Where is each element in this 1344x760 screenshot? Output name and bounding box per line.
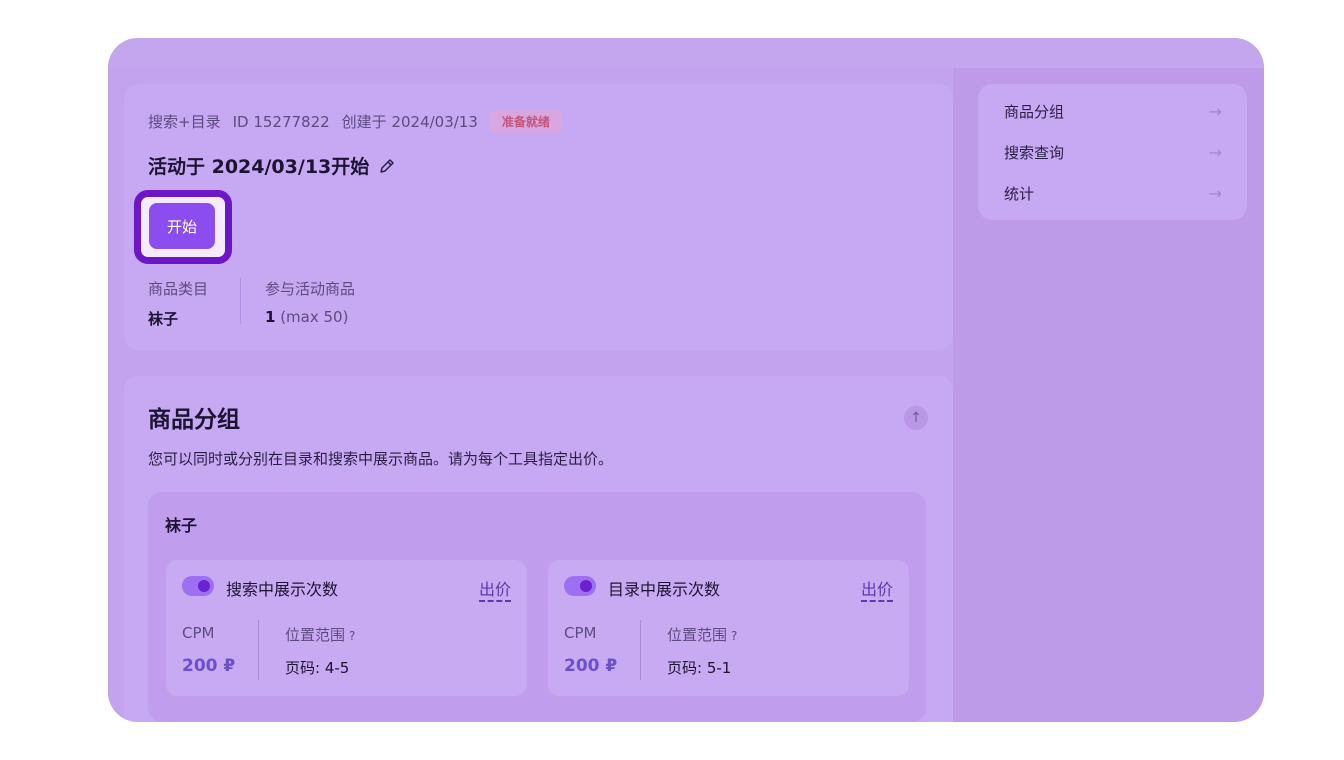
start-button[interactable]: 开始: [149, 203, 215, 249]
tool-title: 目录中展示次数: [608, 580, 721, 599]
status-badge: 准备就绪: [489, 110, 562, 133]
section-description: 您可以同时或分别在目录和搜索中展示商品。请为每个工具指定出价。: [148, 450, 614, 468]
cpm-value: 200 ₽: [564, 656, 618, 676]
catalog-impressions-toggle[interactable]: [564, 576, 596, 596]
app-frame: 搜索+目录 ID 15277822 创建于 2024/03/13 准备就绪 活动…: [108, 38, 1264, 722]
campaign-created: 创建于 2024/03/13: [341, 113, 478, 131]
section-title: 商品分组: [148, 407, 240, 433]
stat-value: 1 (max 50): [265, 308, 349, 326]
nav-item-product-groups[interactable]: 商品分组 →: [1004, 96, 1222, 126]
stat-value: 袜子: [148, 310, 179, 328]
tool-search-impressions: 搜索中展示次数 出价 CPM 200 ₽ 位置范围? 页码: 4-5: [166, 560, 527, 696]
help-icon[interactable]: ?: [349, 629, 355, 643]
position-value: 页码: 5-1: [667, 659, 732, 677]
nav-item-label: 商品分组: [1004, 102, 1065, 121]
top-band: [108, 38, 1264, 68]
campaign-id: ID 15277822: [232, 112, 330, 131]
arrow-right-icon: →: [1208, 183, 1222, 203]
stat-divider: [240, 278, 241, 324]
tool-divider: [258, 620, 259, 680]
position-value: 页码: 4-5: [285, 659, 350, 677]
arrow-right-icon: →: [1208, 101, 1222, 121]
help-icon[interactable]: ?: [731, 629, 737, 643]
tool-divider: [640, 620, 641, 680]
campaign-type: 搜索+目录: [148, 113, 221, 131]
product-group: 袜子 搜索中展示次数 出价 CPM 200 ₽ 位置范围? 页码: 4-5 目录…: [148, 492, 926, 722]
product-groups-card: 商品分组 ↑ 您可以同时或分别在目录和搜索中展示商品。请为每个工具指定出价。 袜…: [124, 376, 953, 722]
position-label: 位置范围?: [667, 626, 738, 644]
nav-item-statistics[interactable]: 统计 →: [1004, 178, 1222, 208]
campaign-title: 活动于 2024/03/13开始: [148, 156, 370, 178]
nav-item-label: 统计: [1004, 184, 1035, 203]
bid-link[interactable]: 出价: [478, 576, 511, 602]
group-title: 袜子: [165, 516, 198, 535]
campaign-meta: 搜索+目录 ID 15277822 创建于 2024/03/13 准备就绪: [148, 110, 574, 133]
page-title: 活动于 2024/03/13开始: [148, 152, 397, 179]
cpm-value: 200 ₽: [182, 656, 236, 676]
stat-category: 商品类目 袜子: [148, 278, 208, 329]
collapse-button[interactable]: ↑: [904, 406, 928, 430]
side-nav: 商品分组 → 搜索查询 → 统计 →: [978, 84, 1247, 220]
tool-title: 搜索中展示次数: [226, 580, 339, 599]
nav-item-search-queries[interactable]: 搜索查询 →: [1004, 137, 1222, 167]
stat-products: 参与活动商品 1 (max 50): [265, 278, 355, 326]
position-label: 位置范围?: [285, 626, 356, 644]
tool-catalog-impressions: 目录中展示次数 出价 CPM 200 ₽ 位置范围? 页码: 5-1: [548, 560, 909, 696]
arrow-up-icon: ↑: [910, 410, 922, 426]
search-impressions-toggle[interactable]: [182, 576, 214, 596]
stat-label: 参与活动商品: [265, 280, 356, 298]
arrow-right-icon: →: [1208, 142, 1222, 162]
cpm-label: CPM: [182, 624, 215, 642]
bid-link[interactable]: 出价: [860, 576, 893, 602]
pencil-icon[interactable]: [377, 156, 397, 176]
stat-label: 商品类目: [148, 280, 209, 298]
cpm-label: CPM: [564, 624, 597, 642]
nav-item-label: 搜索查询: [1004, 143, 1065, 162]
campaign-card: 搜索+目录 ID 15277822 创建于 2024/03/13 准备就绪 活动…: [124, 84, 953, 350]
